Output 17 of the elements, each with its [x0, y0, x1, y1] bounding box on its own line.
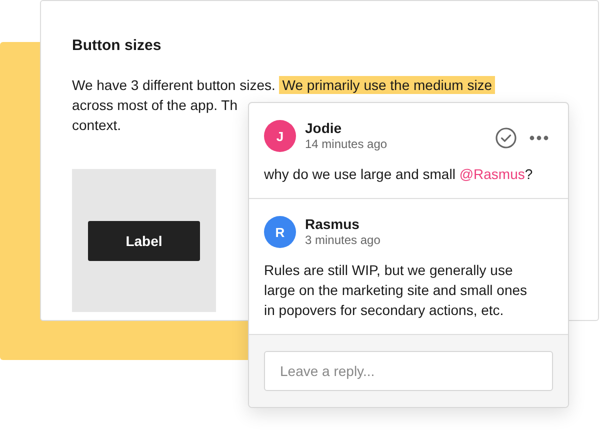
section-title: Button sizes — [72, 37, 162, 55]
comment-text: why do we use large and small @Rasmus? — [264, 165, 534, 184]
author-name: Rasmus — [305, 216, 360, 233]
avatar: J — [264, 120, 296, 152]
paragraph-line: We have 3 different button sizes. We primarily use the medium size — [72, 75, 496, 95]
more-icon[interactable] — [529, 135, 549, 141]
paragraph-line: across most of the app. Th — [72, 96, 238, 115]
author-name: Jodie — [305, 120, 343, 137]
timestamp: 3 minutes ago — [305, 233, 382, 248]
label-button[interactable]: Label — [88, 220, 200, 260]
resolve-icon[interactable] — [495, 127, 517, 149]
mention-link[interactable]: @Rasmus — [459, 166, 525, 182]
reply-field[interactable]: Leave a reply... — [264, 351, 553, 391]
paragraph-line: context. — [72, 116, 122, 135]
timestamp: 14 minutes ago — [305, 137, 388, 152]
comment-text: Rules are still WIP, but we generally use large on the marketing site and small ones in popovers for secondary actions, etc. — [264, 261, 528, 320]
avatar: R — [264, 216, 296, 248]
